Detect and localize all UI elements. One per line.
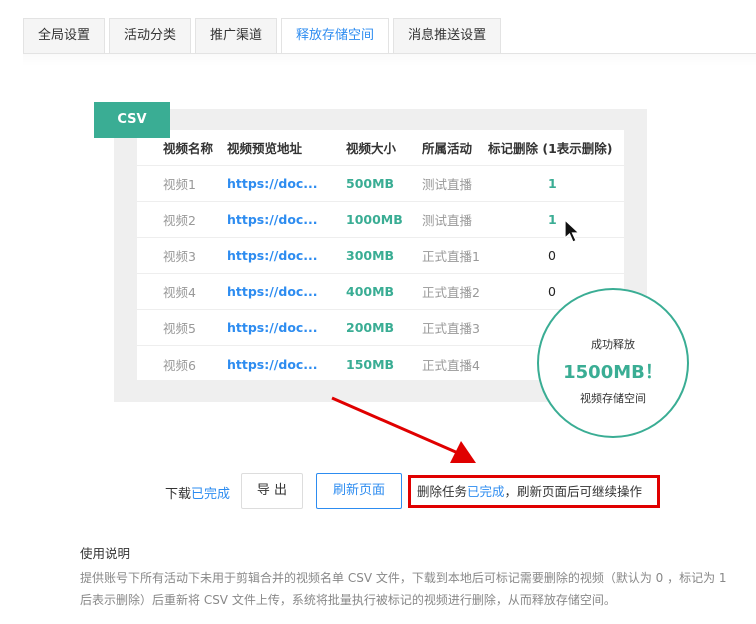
cell-name: 视频5 (163, 321, 196, 336)
usage-description: 提供账号下所有活动下未用于剪辑合并的视频名单 CSV 文件，下载到本地后可标记需… (80, 571, 727, 607)
table-row: 视频2 https://doc... 1000MB 测试直播 1 (137, 202, 624, 238)
cell-url: https://doc... (227, 212, 318, 227)
header-video-name: 视频名称 (163, 141, 214, 156)
cell-size: 200MB (346, 320, 395, 335)
badge-amount: 1500MB！ (563, 362, 663, 383)
header-mark-delete: 标记删除 (1表示删除) (488, 141, 613, 156)
cell-size: 500MB (346, 176, 395, 191)
red-arrow-icon (331, 396, 476, 463)
cell-activity: 正式直播3 (422, 321, 480, 336)
tab-activity-category[interactable]: 活动分类 (109, 18, 192, 54)
header-preview-url: 视频预览地址 (227, 141, 303, 156)
cell-size: 1000MB (346, 212, 403, 227)
cell-activity: 正式直播2 (422, 285, 480, 300)
cell-url: https://doc... (227, 176, 318, 191)
download-complete-link[interactable]: 已完成 (191, 487, 230, 502)
cell-url: https://doc... (227, 356, 318, 372)
tab-release-storage[interactable]: 释放存储空间 (281, 18, 390, 54)
delete-task-notice: 删除任务已完成，刷新页面后可继续操作 (408, 475, 660, 508)
table-header: 视频名称 视频预览地址 视频大小 所属活动 标记删除 (1表示删除) (137, 130, 624, 166)
tab-divider (23, 53, 756, 54)
mouse-cursor-icon (564, 219, 581, 243)
cell-url: https://doc... (227, 284, 318, 299)
badge-line3: 视频存储空间 (580, 392, 646, 405)
cell-size: 150MB (346, 356, 395, 372)
cell-activity: 正式直播1 (422, 249, 480, 264)
cell-name: 视频4 (163, 285, 196, 300)
tab-bar-shadow (23, 54, 756, 66)
csv-tag: CSV (94, 102, 170, 138)
usage-title: 使用说明 (80, 546, 131, 561)
notice-suffix: ，刷新页面后可继续操作 (504, 484, 643, 499)
cell-activity: 正式直播4 (422, 357, 480, 373)
table-row: 视频4 https://doc... 400MB 正式直播2 0 (137, 274, 624, 310)
release-success-badge: 成功释放 1500MB！ 视频存储空间 (537, 288, 689, 438)
cell-size: 400MB (346, 284, 395, 299)
tab-promotion-channel[interactable]: 推广渠道 (195, 18, 278, 54)
cell-mark: 0 (548, 248, 556, 263)
header-video-size: 视频大小 (346, 141, 397, 156)
badge-line1: 成功释放 (591, 338, 635, 351)
tab-bar: 全局设置 活动分类 推广渠道 释放存储空间 消息推送设置 (23, 18, 505, 54)
table-row: 视频1 https://doc... 500MB 测试直播 1 (137, 166, 624, 202)
cell-name: 视频1 (163, 177, 196, 192)
cell-size: 300MB (346, 248, 395, 263)
export-button[interactable]: 导 出 (241, 473, 303, 509)
tab-global-settings[interactable]: 全局设置 (23, 18, 106, 54)
notice-status: 已完成 (467, 484, 505, 499)
cell-url: https://doc... (227, 248, 318, 263)
table-row: 视频3 https://doc... 300MB 正式直播1 0 (137, 238, 624, 274)
cell-url: https://doc... (227, 320, 318, 335)
tab-message-push[interactable]: 消息推送设置 (393, 18, 502, 54)
cell-mark: 1 (548, 176, 557, 191)
cell-name: 视频2 (163, 213, 196, 228)
header-activity: 所属活动 (422, 141, 473, 156)
cell-name: 视频6 (163, 357, 196, 373)
refresh-page-button[interactable]: 刷新页面 (316, 473, 402, 509)
cell-activity: 测试直播 (422, 213, 473, 228)
cell-activity: 测试直播 (422, 177, 473, 192)
download-status: 下载已完成 (165, 483, 230, 502)
cell-name: 视频3 (163, 249, 196, 264)
cell-mark: 1 (548, 212, 557, 227)
notice-prefix: 删除任务 (417, 484, 468, 499)
download-prefix: 下载 (165, 487, 192, 502)
